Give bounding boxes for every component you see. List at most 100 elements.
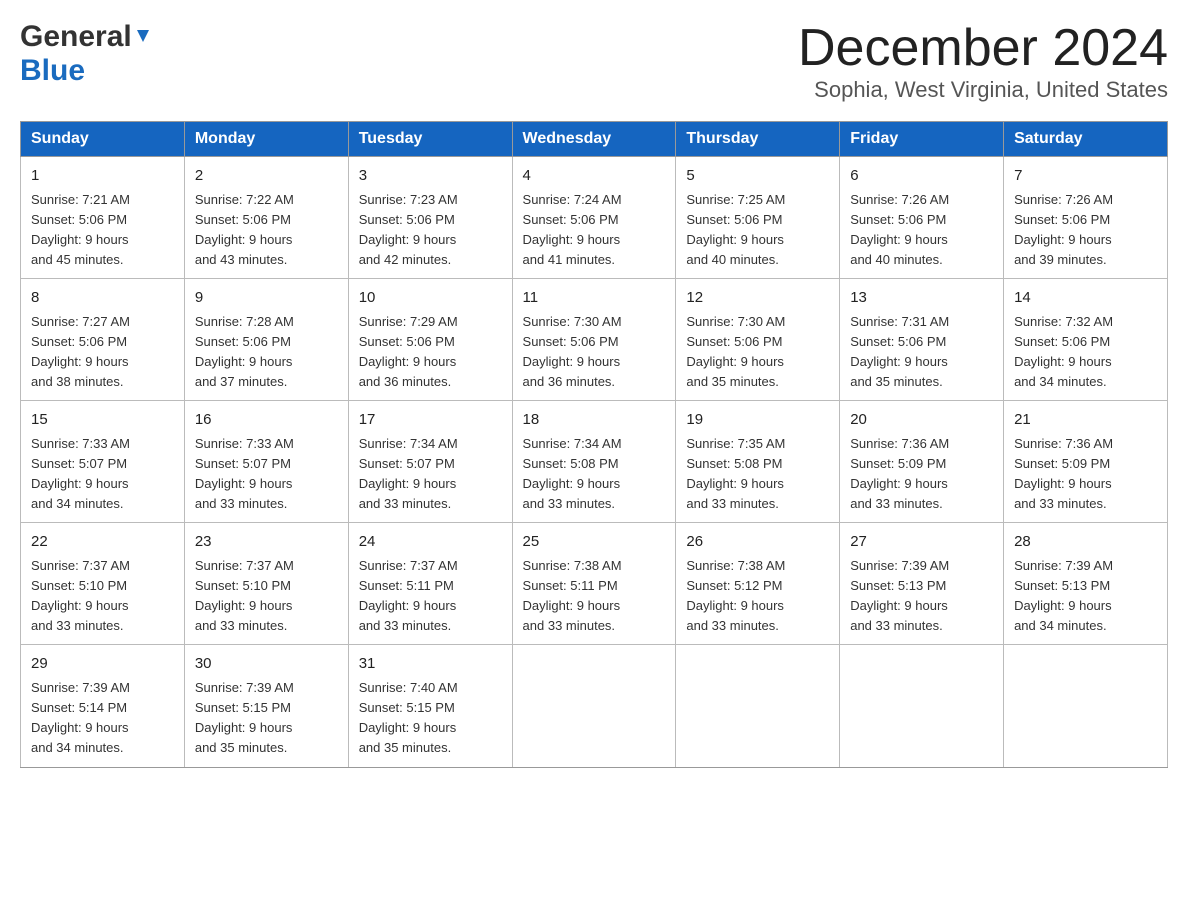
day-number: 15	[31, 409, 174, 432]
calendar-week-row: 1Sunrise: 7:21 AMSunset: 5:06 PMDaylight…	[21, 157, 1168, 279]
logo-blue-text: Blue	[20, 54, 85, 88]
calendar-header-row: SundayMondayTuesdayWednesdayThursdayFrid…	[21, 122, 1168, 157]
title-block: December 2024 Sophia, West Virginia, Uni…	[798, 20, 1168, 103]
calendar-cell: 24Sunrise: 7:37 AMSunset: 5:11 PMDayligh…	[348, 523, 512, 645]
calendar-cell: 21Sunrise: 7:36 AMSunset: 5:09 PMDayligh…	[1004, 401, 1168, 523]
day-info: Sunrise: 7:28 AMSunset: 5:06 PMDaylight:…	[195, 312, 338, 393]
calendar-cell: 7Sunrise: 7:26 AMSunset: 5:06 PMDaylight…	[1004, 157, 1168, 279]
calendar-table: SundayMondayTuesdayWednesdayThursdayFrid…	[20, 121, 1168, 767]
day-number: 18	[523, 409, 666, 432]
day-info: Sunrise: 7:37 AMSunset: 5:11 PMDaylight:…	[359, 556, 502, 637]
calendar-cell: 29Sunrise: 7:39 AMSunset: 5:14 PMDayligh…	[21, 645, 185, 767]
day-number: 3	[359, 165, 502, 188]
calendar-cell: 8Sunrise: 7:27 AMSunset: 5:06 PMDaylight…	[21, 279, 185, 401]
calendar-cell: 13Sunrise: 7:31 AMSunset: 5:06 PMDayligh…	[840, 279, 1004, 401]
day-number: 2	[195, 165, 338, 188]
calendar-cell: 27Sunrise: 7:39 AMSunset: 5:13 PMDayligh…	[840, 523, 1004, 645]
calendar-cell: 6Sunrise: 7:26 AMSunset: 5:06 PMDaylight…	[840, 157, 1004, 279]
day-info: Sunrise: 7:24 AMSunset: 5:06 PMDaylight:…	[523, 190, 666, 271]
day-info: Sunrise: 7:26 AMSunset: 5:06 PMDaylight:…	[850, 190, 993, 271]
logo: General Blue	[20, 20, 154, 88]
calendar-cell: 11Sunrise: 7:30 AMSunset: 5:06 PMDayligh…	[512, 279, 676, 401]
day-number: 16	[195, 409, 338, 432]
day-number: 21	[1014, 409, 1157, 432]
day-info: Sunrise: 7:38 AMSunset: 5:11 PMDaylight:…	[523, 556, 666, 637]
day-info: Sunrise: 7:21 AMSunset: 5:06 PMDaylight:…	[31, 190, 174, 271]
calendar-week-row: 22Sunrise: 7:37 AMSunset: 5:10 PMDayligh…	[21, 523, 1168, 645]
calendar-cell: 26Sunrise: 7:38 AMSunset: 5:12 PMDayligh…	[676, 523, 840, 645]
col-header-tuesday: Tuesday	[348, 122, 512, 157]
day-number: 4	[523, 165, 666, 188]
day-info: Sunrise: 7:34 AMSunset: 5:08 PMDaylight:…	[523, 434, 666, 515]
col-header-monday: Monday	[184, 122, 348, 157]
day-info: Sunrise: 7:25 AMSunset: 5:06 PMDaylight:…	[686, 190, 829, 271]
calendar-cell: 4Sunrise: 7:24 AMSunset: 5:06 PMDaylight…	[512, 157, 676, 279]
day-number: 17	[359, 409, 502, 432]
day-info: Sunrise: 7:23 AMSunset: 5:06 PMDaylight:…	[359, 190, 502, 271]
calendar-cell: 14Sunrise: 7:32 AMSunset: 5:06 PMDayligh…	[1004, 279, 1168, 401]
day-info: Sunrise: 7:31 AMSunset: 5:06 PMDaylight:…	[850, 312, 993, 393]
col-header-friday: Friday	[840, 122, 1004, 157]
calendar-cell: 30Sunrise: 7:39 AMSunset: 5:15 PMDayligh…	[184, 645, 348, 767]
page-header: General Blue December 2024 Sophia, West …	[20, 20, 1168, 103]
logo-arrow-icon	[132, 26, 154, 48]
day-number: 29	[31, 653, 174, 676]
calendar-cell	[1004, 645, 1168, 767]
day-number: 1	[31, 165, 174, 188]
day-info: Sunrise: 7:35 AMSunset: 5:08 PMDaylight:…	[686, 434, 829, 515]
day-number: 7	[1014, 165, 1157, 188]
day-number: 12	[686, 287, 829, 310]
day-number: 20	[850, 409, 993, 432]
day-number: 5	[686, 165, 829, 188]
calendar-cell: 28Sunrise: 7:39 AMSunset: 5:13 PMDayligh…	[1004, 523, 1168, 645]
day-info: Sunrise: 7:34 AMSunset: 5:07 PMDaylight:…	[359, 434, 502, 515]
day-number: 8	[31, 287, 174, 310]
calendar-cell: 23Sunrise: 7:37 AMSunset: 5:10 PMDayligh…	[184, 523, 348, 645]
logo-general-text: General	[20, 20, 132, 54]
calendar-week-row: 29Sunrise: 7:39 AMSunset: 5:14 PMDayligh…	[21, 645, 1168, 767]
calendar-week-row: 8Sunrise: 7:27 AMSunset: 5:06 PMDaylight…	[21, 279, 1168, 401]
day-number: 31	[359, 653, 502, 676]
day-info: Sunrise: 7:39 AMSunset: 5:13 PMDaylight:…	[1014, 556, 1157, 637]
location-title: Sophia, West Virginia, United States	[798, 77, 1168, 103]
day-info: Sunrise: 7:39 AMSunset: 5:14 PMDaylight:…	[31, 678, 174, 759]
col-header-thursday: Thursday	[676, 122, 840, 157]
day-info: Sunrise: 7:39 AMSunset: 5:13 PMDaylight:…	[850, 556, 993, 637]
day-number: 11	[523, 287, 666, 310]
day-info: Sunrise: 7:32 AMSunset: 5:06 PMDaylight:…	[1014, 312, 1157, 393]
calendar-cell: 19Sunrise: 7:35 AMSunset: 5:08 PMDayligh…	[676, 401, 840, 523]
calendar-cell: 25Sunrise: 7:38 AMSunset: 5:11 PMDayligh…	[512, 523, 676, 645]
calendar-week-row: 15Sunrise: 7:33 AMSunset: 5:07 PMDayligh…	[21, 401, 1168, 523]
col-header-wednesday: Wednesday	[512, 122, 676, 157]
day-number: 30	[195, 653, 338, 676]
calendar-cell: 5Sunrise: 7:25 AMSunset: 5:06 PMDaylight…	[676, 157, 840, 279]
day-info: Sunrise: 7:36 AMSunset: 5:09 PMDaylight:…	[850, 434, 993, 515]
day-info: Sunrise: 7:26 AMSunset: 5:06 PMDaylight:…	[1014, 190, 1157, 271]
day-info: Sunrise: 7:30 AMSunset: 5:06 PMDaylight:…	[523, 312, 666, 393]
day-number: 24	[359, 531, 502, 554]
calendar-cell: 16Sunrise: 7:33 AMSunset: 5:07 PMDayligh…	[184, 401, 348, 523]
day-info: Sunrise: 7:27 AMSunset: 5:06 PMDaylight:…	[31, 312, 174, 393]
day-info: Sunrise: 7:38 AMSunset: 5:12 PMDaylight:…	[686, 556, 829, 637]
day-info: Sunrise: 7:40 AMSunset: 5:15 PMDaylight:…	[359, 678, 502, 759]
day-number: 28	[1014, 531, 1157, 554]
day-info: Sunrise: 7:29 AMSunset: 5:06 PMDaylight:…	[359, 312, 502, 393]
calendar-cell: 20Sunrise: 7:36 AMSunset: 5:09 PMDayligh…	[840, 401, 1004, 523]
calendar-cell: 18Sunrise: 7:34 AMSunset: 5:08 PMDayligh…	[512, 401, 676, 523]
day-number: 10	[359, 287, 502, 310]
day-number: 6	[850, 165, 993, 188]
day-info: Sunrise: 7:22 AMSunset: 5:06 PMDaylight:…	[195, 190, 338, 271]
calendar-cell: 3Sunrise: 7:23 AMSunset: 5:06 PMDaylight…	[348, 157, 512, 279]
day-info: Sunrise: 7:30 AMSunset: 5:06 PMDaylight:…	[686, 312, 829, 393]
col-header-sunday: Sunday	[21, 122, 185, 157]
col-header-saturday: Saturday	[1004, 122, 1168, 157]
calendar-cell: 2Sunrise: 7:22 AMSunset: 5:06 PMDaylight…	[184, 157, 348, 279]
day-number: 22	[31, 531, 174, 554]
day-number: 26	[686, 531, 829, 554]
calendar-cell: 10Sunrise: 7:29 AMSunset: 5:06 PMDayligh…	[348, 279, 512, 401]
day-number: 27	[850, 531, 993, 554]
day-number: 14	[1014, 287, 1157, 310]
calendar-cell: 17Sunrise: 7:34 AMSunset: 5:07 PMDayligh…	[348, 401, 512, 523]
calendar-cell: 1Sunrise: 7:21 AMSunset: 5:06 PMDaylight…	[21, 157, 185, 279]
day-number: 23	[195, 531, 338, 554]
